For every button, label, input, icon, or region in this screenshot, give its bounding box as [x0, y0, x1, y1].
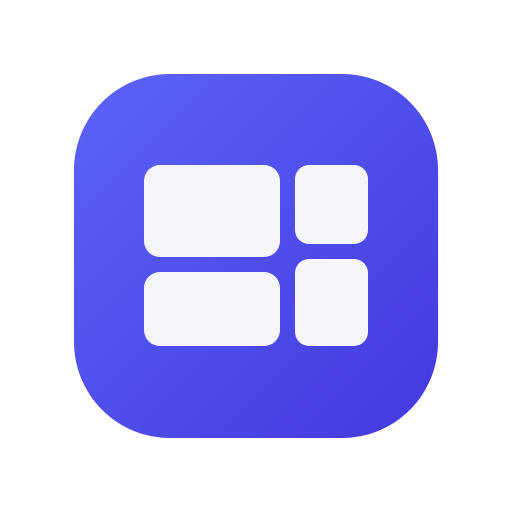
small-tile-top-right: [295, 165, 368, 244]
wide-tile-bottom-left: [144, 272, 280, 346]
icon-canvas: [0, 0, 512, 512]
dashboard-grid-icon: [74, 74, 438, 438]
small-tile-bottom-right: [295, 259, 368, 346]
app-icon[interactable]: [74, 74, 438, 438]
large-tile-top-left: [144, 165, 280, 257]
